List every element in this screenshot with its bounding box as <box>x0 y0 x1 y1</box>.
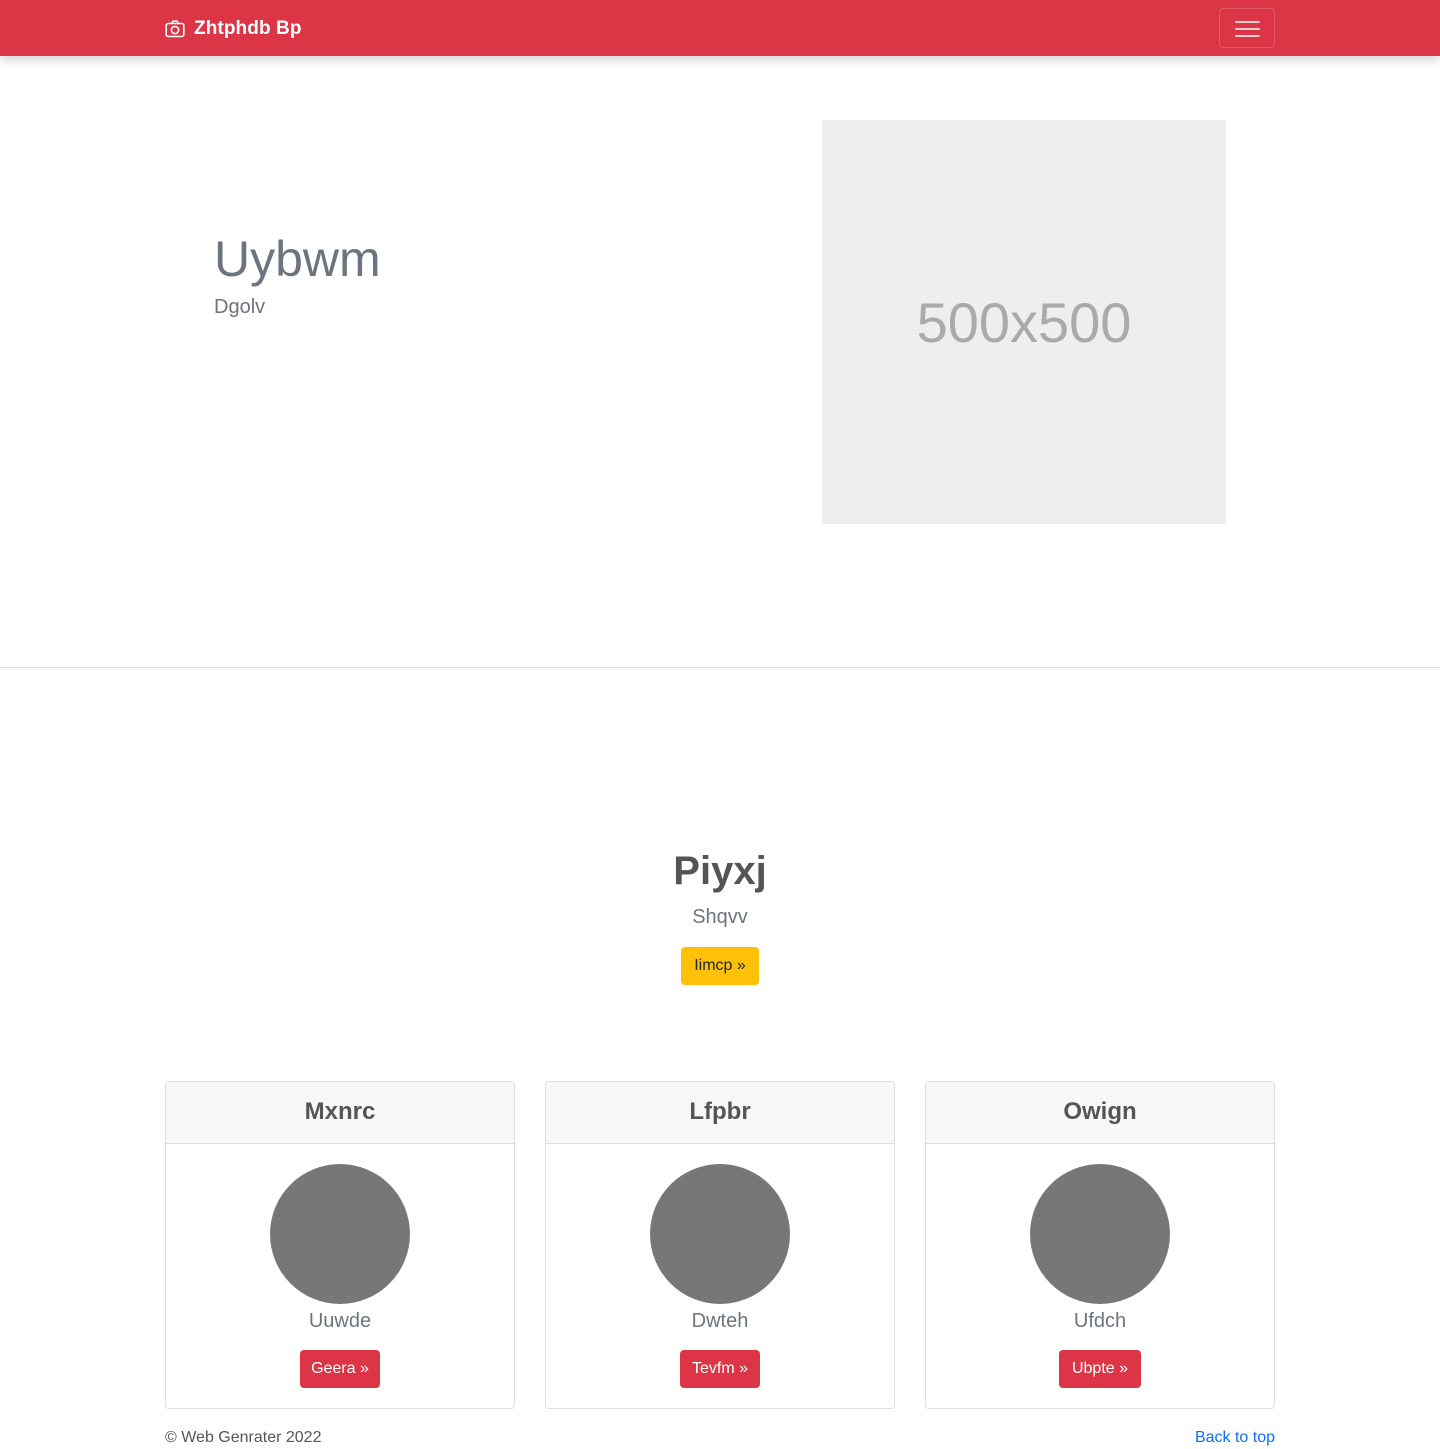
card-text: Uuwde <box>308 1310 372 1332</box>
section-subtitle: Shqvv <box>692 906 748 928</box>
hero-image-placeholder: 500x500 <box>822 120 1226 524</box>
card-3: Owign Ufdch Ubpte » <box>925 1081 1275 1409</box>
card-2-button[interactable]: Tevfm » <box>680 1350 760 1388</box>
placeholder-label: 500x500 <box>916 290 1132 354</box>
avatar <box>270 1164 410 1304</box>
card-title: Owign <box>926 1082 1274 1144</box>
card-title: Lfpbr <box>546 1082 894 1144</box>
brand-link[interactable]: Zhtphdb Bp <box>165 16 302 42</box>
hero-subtitle: Dgolv <box>214 296 266 318</box>
footer-copyright: © Web Genrater 2022 <box>165 1429 322 1446</box>
avatar <box>1030 1164 1170 1304</box>
card-text: Dwteh <box>691 1310 749 1332</box>
card-1: Mxnrc Uuwde Geera » <box>165 1081 515 1409</box>
card-3-button[interactable]: Ubpte » <box>1059 1350 1141 1388</box>
hero-title: Uybwm <box>214 231 381 287</box>
section-divider <box>0 667 1440 668</box>
card-text: Ufdch <box>1073 1310 1127 1332</box>
navbar-toggle-button[interactable] <box>1219 8 1275 48</box>
card-2: Lfpbr Dwteh Tevfm » <box>545 1081 895 1409</box>
back-to-top-link[interactable]: Back to top <box>1195 1427 1275 1449</box>
card-1-button[interactable]: Geera » <box>300 1350 380 1388</box>
card-title: Mxnrc <box>166 1082 514 1144</box>
camera-icon <box>165 20 185 38</box>
intro-button[interactable]: Iimcp » <box>681 947 759 985</box>
brand-name: Zhtphdb Bp <box>194 18 302 39</box>
section-title: Piyxj <box>673 849 767 893</box>
navbar: Zhtphdb Bp <box>0 0 1440 56</box>
avatar <box>650 1164 790 1304</box>
